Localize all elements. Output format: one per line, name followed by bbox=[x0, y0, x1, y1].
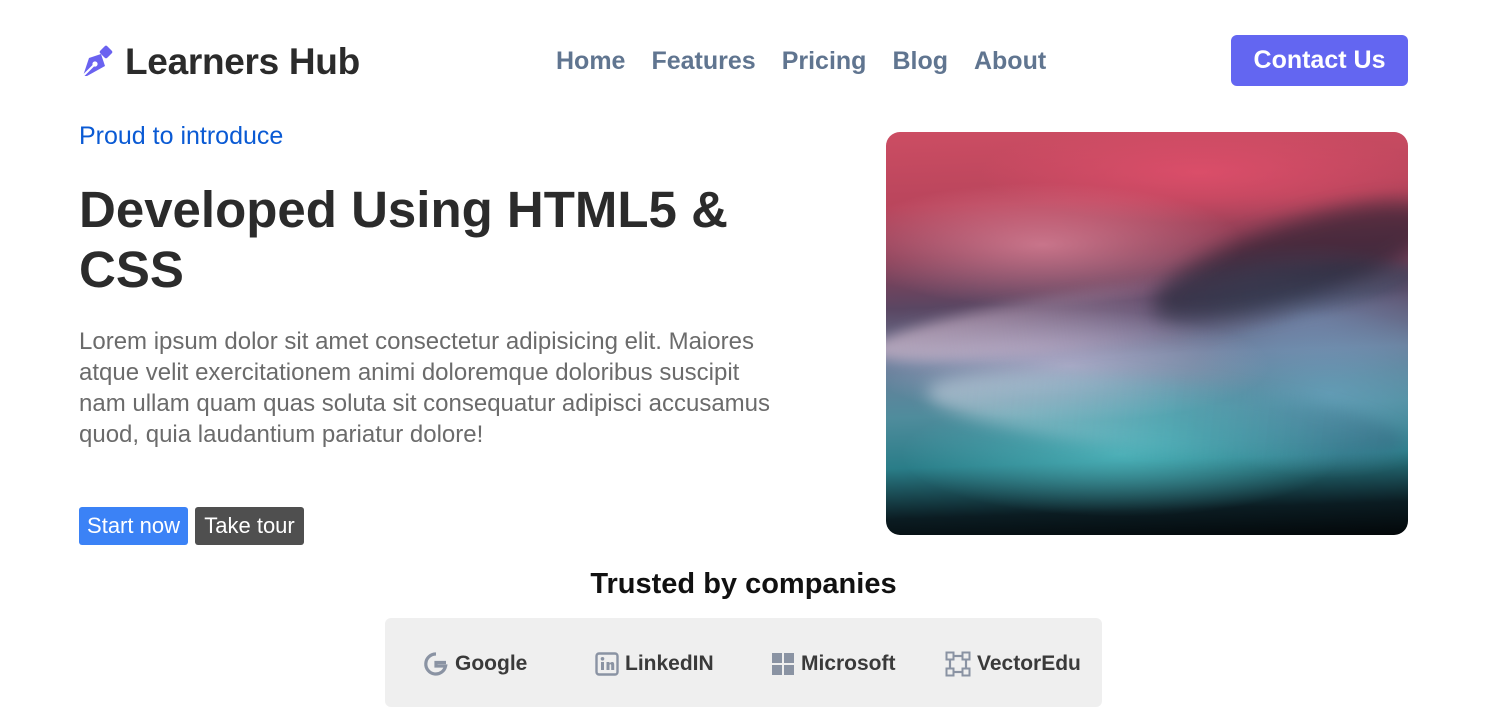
pen-nib-icon bbox=[82, 45, 113, 77]
hero-description: Lorem ipsum dolor sit amet consectetur a… bbox=[79, 328, 771, 448]
start-now-button[interactable]: Start now bbox=[79, 507, 188, 545]
nav-link-pricing[interactable]: Pricing bbox=[782, 47, 867, 76]
nav-link-home[interactable]: Home bbox=[556, 47, 625, 76]
company-linkedin: LinkedIN bbox=[595, 648, 714, 680]
vector-square-icon bbox=[945, 651, 971, 677]
company-name: Google bbox=[455, 652, 528, 675]
brand-name: Learners Hub bbox=[125, 41, 360, 82]
nav-link-features[interactable]: Features bbox=[651, 47, 755, 76]
nav-link-about[interactable]: About bbox=[974, 47, 1046, 76]
company-name: Microsoft bbox=[801, 652, 896, 675]
hero-actions: Start now Take tour bbox=[79, 507, 304, 545]
company-name: LinkedIN bbox=[625, 652, 714, 675]
company-google: Google bbox=[423, 648, 527, 680]
hero-eyebrow: Proud to introduce bbox=[79, 122, 284, 150]
brand-logo[interactable]: Learners Hub bbox=[79, 40, 360, 84]
trusted-title: Trusted by companies bbox=[590, 568, 897, 600]
company-microsoft: Microsoft bbox=[771, 648, 896, 680]
company-logos: Google LinkedIN Microsoft VectorEdu bbox=[385, 618, 1102, 707]
hero-image bbox=[886, 132, 1408, 535]
contact-us-button[interactable]: Contact Us bbox=[1231, 35, 1408, 86]
landing-page: Learners Hub Home Features Pricing Blog … bbox=[0, 0, 1507, 712]
hero-image-swirl bbox=[1140, 177, 1408, 347]
company-vectoredu: VectorEdu bbox=[945, 648, 1081, 680]
company-name: VectorEdu bbox=[977, 652, 1081, 675]
nav-link-blog[interactable]: Blog bbox=[892, 47, 948, 76]
linkedin-icon bbox=[595, 652, 619, 676]
main-nav: Home Features Pricing Blog About bbox=[556, 44, 1046, 78]
take-tour-button[interactable]: Take tour bbox=[195, 507, 304, 545]
google-icon bbox=[424, 652, 448, 676]
hero-title: Developed Using HTML5 & CSS bbox=[79, 181, 728, 298]
microsoft-icon bbox=[772, 653, 794, 675]
hero-image-swirl bbox=[923, 357, 1408, 477]
